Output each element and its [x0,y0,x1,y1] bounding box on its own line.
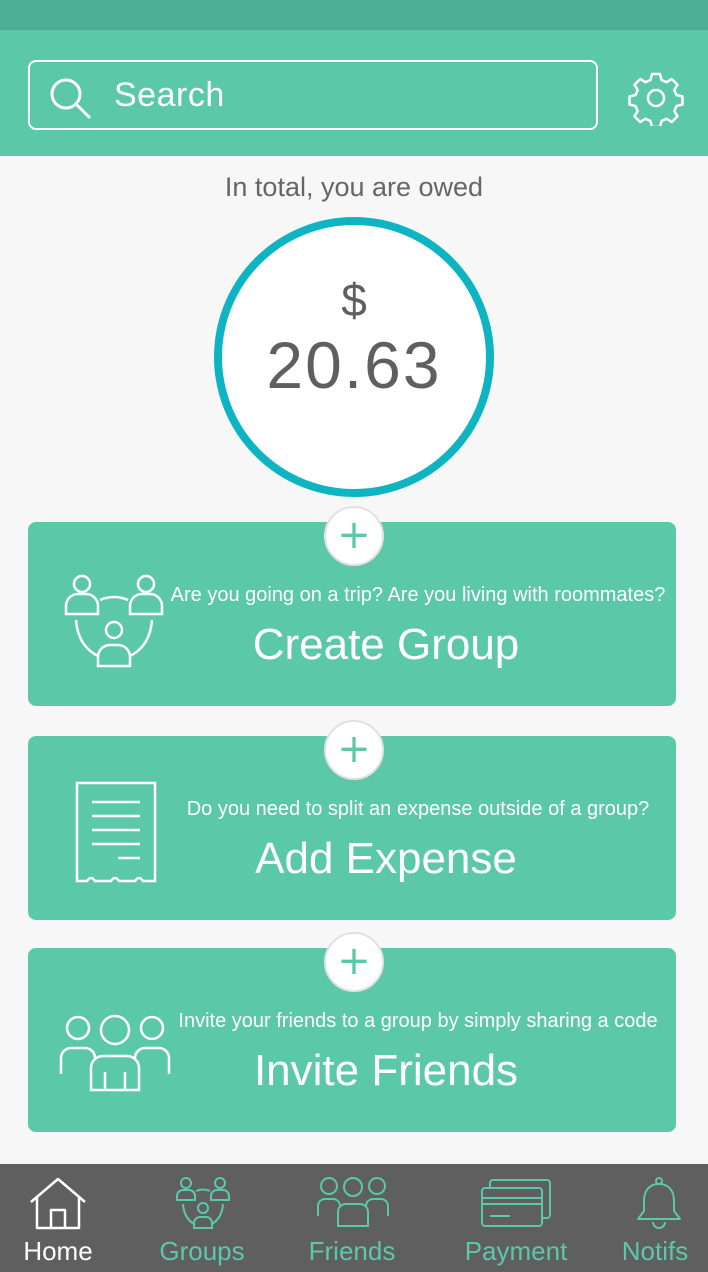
tab-groups-label: Groups [159,1236,245,1266]
tab-notifs-label: Notifs [621,1236,689,1266]
create-group-card[interactable]: + Are you going on a trip? Are you livin… [28,506,676,706]
search-placeholder: Search [114,76,225,114]
receipt-icon [75,781,157,883]
invite-friends-subtitle: Invite your friends to a group by simply… [178,1010,658,1032]
add-expense-subtitle: Do you need to split an expense outside … [186,798,650,820]
add-expense-title: Add Expense [255,834,517,883]
invite-friends-title: Invite Friends [253,1046,519,1095]
friends-icon [59,1014,171,1092]
tab-payment[interactable]: Payment [456,1164,576,1272]
balance-amount: 20.63 [266,328,442,402]
home-icon [30,1177,86,1230]
search-input[interactable]: Search [28,60,598,130]
tab-home[interactable]: Home [0,1164,116,1272]
tab-payment-label: Payment [464,1236,568,1266]
status-bar [0,0,708,30]
add-expense-card[interactable]: + Do you need to split an expense outsid… [28,720,676,920]
bell-icon [637,1177,681,1229]
gear-icon[interactable] [628,70,684,126]
currency-symbol: $ [341,274,367,326]
card-icon [481,1179,551,1227]
tab-home-label: Home [23,1236,93,1266]
tab-friends-label: Friends [308,1236,396,1266]
create-group-title: Create Group [252,620,520,669]
create-group-subtitle: Are you going on a trip? Are you living … [170,584,666,606]
search-icon [50,78,91,119]
group-icon [176,1177,230,1229]
invite-friends-card[interactable]: + Invite your friends to a group by simp… [28,932,676,1132]
tab-notifs[interactable]: Notifs [606,1164,704,1272]
owed-label: In total, you are owed [224,172,484,202]
tab-friends[interactable]: Friends [294,1164,410,1272]
friends-icon [317,1177,389,1227]
tab-groups[interactable]: Groups [144,1164,260,1272]
create-group-plus-button[interactable]: + [324,506,384,566]
group-icon [64,574,164,668]
header: Search [0,30,708,156]
add-expense-plus-button[interactable]: + [324,720,384,780]
bottom-tab-bar: Home Groups Friends Payment Notifs [0,1164,708,1272]
balance-circle: $ 20.63 [214,217,494,497]
invite-friends-plus-button[interactable]: + [324,932,384,992]
